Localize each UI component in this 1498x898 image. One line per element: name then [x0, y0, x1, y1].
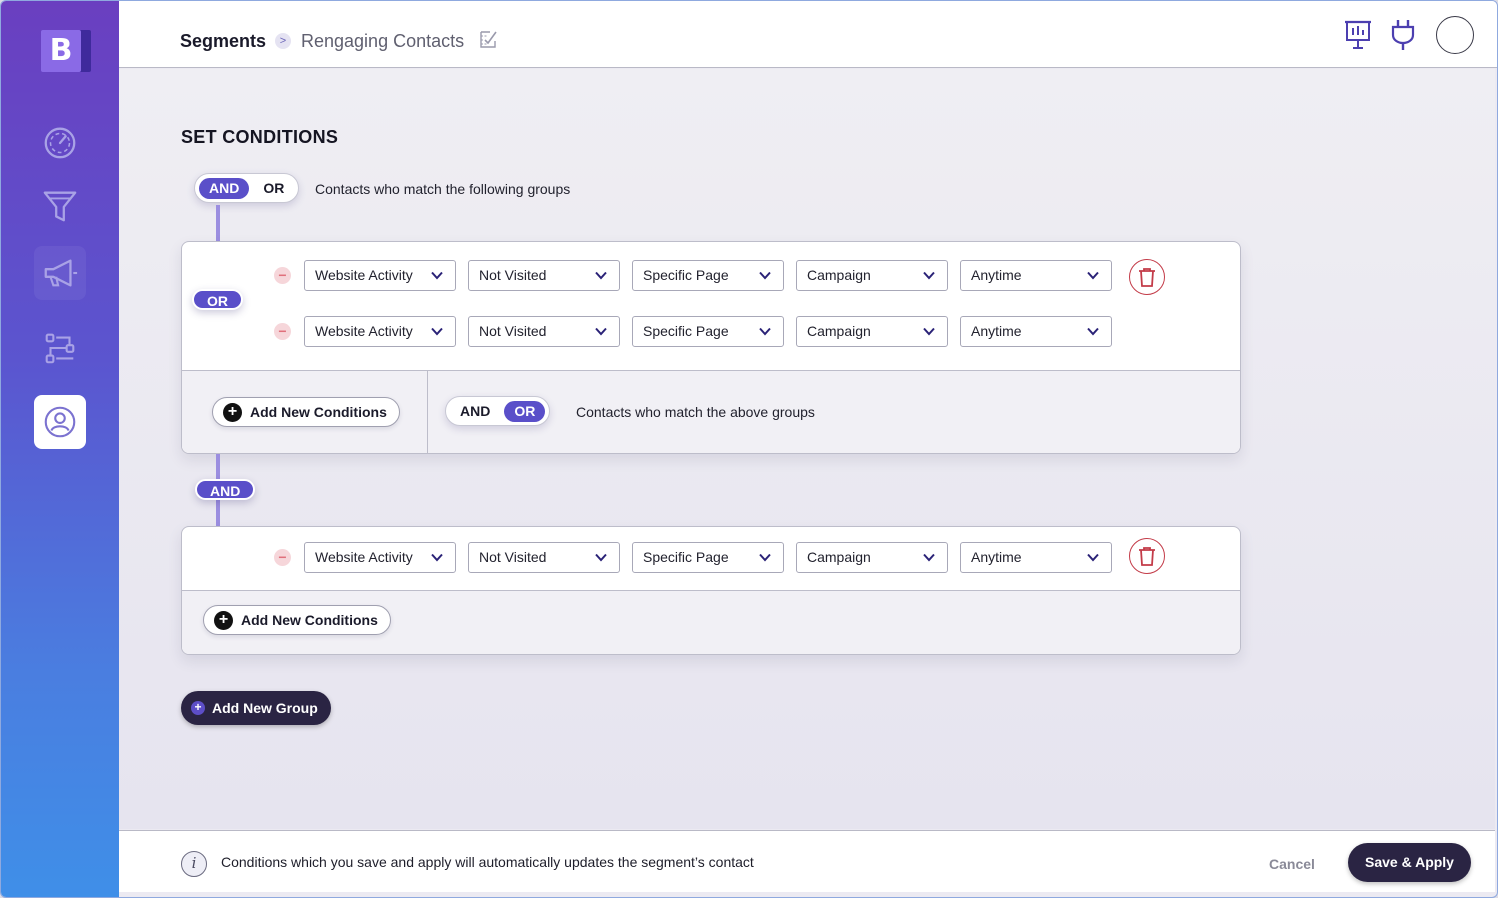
sidebar-item-campaigns[interactable] [34, 246, 86, 300]
sidebar-item-workflows[interactable] [34, 321, 86, 375]
group-match-description: Contacts who match the above groups [576, 404, 815, 420]
chevron-down-icon [759, 327, 771, 336]
cancel-button[interactable]: Cancel [1269, 856, 1315, 872]
user-avatar[interactable] [1436, 16, 1474, 54]
top-match-description: Contacts who match the following groups [315, 181, 571, 197]
toggle-or-option[interactable]: OR [504, 400, 546, 422]
trash-icon [1139, 268, 1155, 287]
toggle-or-option[interactable]: OR [253, 178, 294, 199]
group-footer: + Add New Conditions [182, 590, 1240, 654]
chevron-down-icon [923, 553, 935, 562]
plug-icon[interactable] [1389, 19, 1417, 51]
source-select[interactable]: Campaign [796, 542, 948, 573]
page-select[interactable]: Specific Page [632, 316, 784, 347]
toggle-and-option[interactable]: AND [450, 401, 500, 422]
chevron-down-icon [595, 271, 607, 280]
chevron-down-icon [595, 553, 607, 562]
remove-condition-icon[interactable]: − [274, 549, 291, 566]
chevron-down-icon [923, 271, 935, 280]
time-select[interactable]: Anytime [960, 260, 1112, 291]
chevron-down-icon [1087, 327, 1099, 336]
sidebar-item-dashboard[interactable] [34, 115, 86, 169]
breadcrumb-current: Rengaging Contacts [301, 31, 465, 51]
top-header: Segments > Rengaging Contacts [119, 1, 1497, 68]
breadcrumb-segments[interactable]: Segments [180, 31, 266, 52]
chevron-down-icon [431, 271, 443, 280]
info-icon: i [181, 851, 207, 877]
chevron-down-icon [595, 327, 607, 336]
sidebar-item-funnels[interactable] [34, 179, 86, 233]
contact-icon [44, 406, 76, 438]
match-toggle-top: AND OR [194, 173, 300, 203]
add-group-button[interactable]: + Add New Group [181, 691, 331, 725]
chevron-down-icon [1087, 271, 1099, 280]
group-connector-and-pill[interactable]: AND [195, 479, 256, 500]
chevron-down-icon [759, 271, 771, 280]
activity-type-select[interactable]: Website Activity [304, 316, 456, 347]
megaphone-icon [44, 259, 78, 287]
match-toggle-group: AND OR [445, 396, 551, 426]
condition-group-2: − Website Activity Not Visited Specific … [181, 526, 1241, 655]
group-or-pill[interactable]: OR [192, 289, 243, 310]
sidebar-item-contacts[interactable] [34, 395, 86, 449]
plus-icon: + [214, 610, 233, 630]
gauge-icon [44, 127, 76, 159]
status-select[interactable]: Not Visited [468, 260, 620, 291]
app-window: B Segments > Rengaging Contacts SET COND… [0, 0, 1498, 898]
status-select[interactable]: Not Visited [468, 316, 620, 347]
chevron-down-icon [923, 327, 935, 336]
time-select[interactable]: Anytime [960, 316, 1112, 347]
sidebar: B [1, 1, 119, 897]
toggle-and-option[interactable]: AND [199, 177, 250, 199]
status-select[interactable]: Not Visited [468, 542, 620, 573]
trash-icon [1139, 547, 1155, 566]
page-title: SET CONDITIONS [181, 127, 339, 147]
app-logo[interactable]: B [41, 30, 91, 72]
chevron-down-icon [431, 553, 443, 562]
remove-condition-icon[interactable]: − [274, 323, 291, 340]
page-select[interactable]: Specific Page [632, 542, 784, 573]
add-condition-button[interactable]: + Add New Conditions [212, 397, 400, 427]
presentation-icon[interactable] [1344, 19, 1372, 51]
activity-type-select[interactable]: Website Activity [304, 542, 456, 573]
connector-line [216, 205, 220, 241]
breadcrumb-separator: > [275, 33, 291, 49]
group-footer: + Add New Conditions AND OR Contacts who… [182, 370, 1240, 453]
page-select[interactable]: Specific Page [632, 260, 784, 291]
add-condition-button[interactable]: + Add New Conditions [203, 605, 391, 635]
info-message: Conditions which you save and apply will… [221, 854, 754, 870]
source-select[interactable]: Campaign [796, 260, 948, 291]
chevron-down-icon [431, 327, 443, 336]
funnel-icon [43, 191, 77, 222]
source-select[interactable]: Campaign [796, 316, 948, 347]
chevron-down-icon [759, 553, 771, 562]
delete-group-button[interactable] [1129, 538, 1165, 574]
activity-type-select[interactable]: Website Activity [304, 260, 456, 291]
plus-icon: + [191, 701, 205, 715]
edit-icon[interactable] [479, 29, 499, 49]
workflow-icon [45, 333, 75, 364]
save-apply-button[interactable]: Save & Apply [1348, 843, 1471, 882]
divider [427, 371, 428, 453]
plus-icon: + [223, 402, 242, 422]
remove-condition-icon[interactable]: − [274, 267, 291, 284]
condition-group-1: OR − Website Activity Not Visited Specif… [181, 241, 1241, 454]
delete-group-button[interactable] [1129, 259, 1165, 295]
main-content: SET CONDITIONS AND OR Contacts who match… [119, 69, 1495, 829]
time-select[interactable]: Anytime [960, 542, 1112, 573]
bottom-bar: i Conditions which you save and apply wi… [119, 830, 1495, 892]
chevron-down-icon [1087, 553, 1099, 562]
